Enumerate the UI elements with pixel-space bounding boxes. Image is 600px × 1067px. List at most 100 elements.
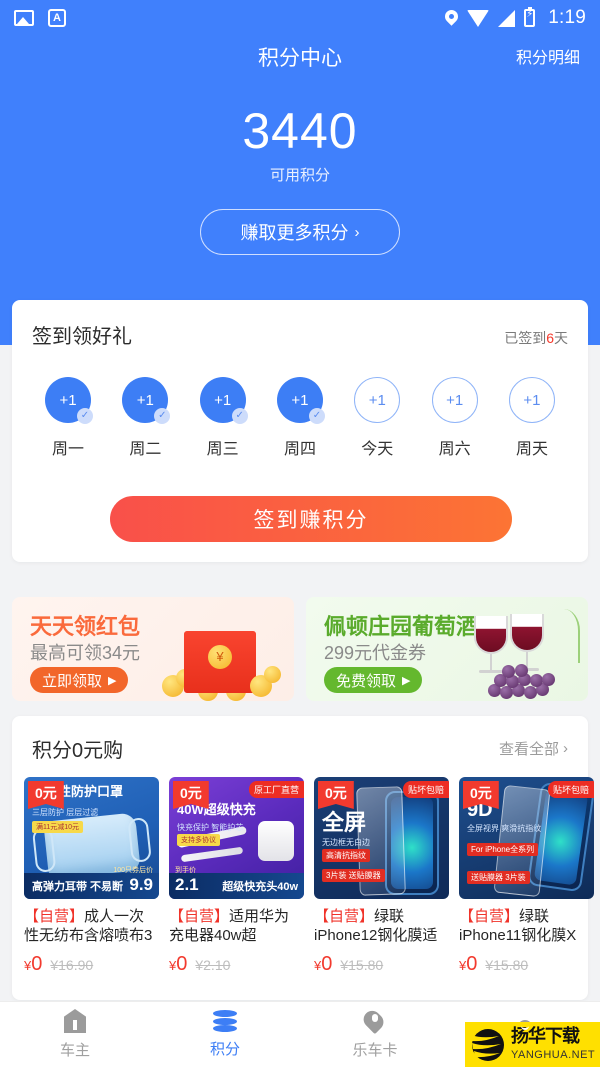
signin-earn-points-button[interactable]: 签到赚积分 [110,496,512,542]
signin-day-6-label: 周六 [438,441,471,458]
product-list: 0元 一次性防护口罩 三层防护 层层过滤 满11元减10元 高弹力耳带 不易断 … [12,763,594,976]
signin-day-3[interactable]: +1 周三 [195,377,251,459]
product-image-feature-chip: For iPhone全系列 [467,843,539,856]
tab-card-label: 乐车卡 [352,1042,398,1059]
product-image-price-caption: 到手价 [175,867,196,874]
product-image-subtitle: 快充保护 智能护芯 [177,823,244,832]
signin-day-4[interactable]: +1 周四 [272,377,328,459]
promo-wine-button[interactable]: 免费领取 ▶ [324,667,423,693]
grapes-icon [484,664,564,699]
zero-price-badge: 0元 [28,781,64,809]
product-image-feature-chip: 高清抗指纹 [322,849,370,862]
play-arrow-icon: ▶ [402,674,411,687]
page-title: 积分中心 [258,47,342,70]
product-price-original: ¥15.80 [340,957,384,973]
product-image-screen-protector-12: 0元 贴坏包赔 全屏 无边框无白边 高清抗指纹 3片装 送贴膜器 [314,777,449,899]
chevron-right-icon: › [354,223,360,241]
promo-banner-wine[interactable]: 佩顿庄园葡萄酒 299元代金券 免费领取 ▶ [306,597,588,701]
signin-title: 签到领好礼 [32,326,132,348]
product-item[interactable]: 0元 原工厂直营 40W超级快充 快充保护 智能护芯 支持多协议 超级快充头40… [169,777,304,976]
product-price-original: ¥15.80 [485,957,529,973]
signed-days-count: 6 [546,330,554,346]
product-image-price-value: 2.1 [175,875,199,894]
product-corner-badge: 贴坏包赔 [547,781,594,798]
earn-more-points-button[interactable]: 赚取更多积分 › [200,209,400,255]
promo-banner-redpacket[interactable]: 天天领红包 最高可领34元 立即领取 ▶ ¥ [12,597,294,701]
tab-card[interactable]: 乐车卡 [300,1002,450,1067]
product-image-screen-protector-11: 0元 贴坏包赔 9D 全屏视界 爽滑抗指纹 For iPhone全系列 送贴膜器… [459,777,594,899]
product-item[interactable]: 0元 贴坏包赔 9D 全屏视界 爽滑抗指纹 For iPhone全系列 送贴膜器… [459,777,594,976]
product-item[interactable]: 0元 一次性防护口罩 三层防护 层层过滤 满11元减10元 高弹力耳带 不易断 … [24,777,159,976]
product-price-original: ¥16.90 [50,957,94,973]
chevron-right-icon: › [563,740,568,757]
signin-card-header: 签到领好礼 已签到6天 [12,300,588,349]
status-bar-clock: 1:19 [548,7,586,28]
product-image-price-value: 9.9 [129,875,153,894]
product-price-now: ¥0 [314,953,332,976]
signin-day-2-circle: +1 [122,377,171,424]
tab-points[interactable]: 积分 [150,1002,300,1067]
signin-day-2[interactable]: +1 周二 [117,377,173,459]
signin-day-1[interactable]: +1 周一 [40,377,96,459]
promo-redpacket-button-label: 立即领取 [42,672,103,690]
signin-card: 签到领好礼 已签到6天 +1 周一 +1 周二 +1 周三 +1 周四 [12,300,588,562]
product-item[interactable]: 0元 贴坏包赔 全屏 无边框无白边 高清抗指纹 3片装 送贴膜器 【自营】绿联i… [314,777,449,976]
product-corner-badge: 贴坏包赔 [402,781,449,798]
product-price-now: ¥0 [169,953,187,976]
promo-redpacket-button[interactable]: 立即领取 ▶ [30,667,129,693]
signin-day-1-label: 周一 [51,441,84,458]
signin-day-1-circle: +1 [45,377,93,424]
signed-days-status: 已签到6天 [504,328,568,348]
product-image-price-caption: 100只券后价 [113,867,153,874]
product-title: 【自营】适用华为充电器40w超 [169,907,304,947]
promo-wine-subtitle: 299元代金券 [324,643,427,663]
charger-cable-illustration [180,846,244,863]
hero-header: A 1:19 积分中心 积分明细 3440 可用积分 赚取更多积分 › [0,0,600,345]
home-icon [64,1009,86,1033]
tab-owner[interactable]: 车主 [0,1002,150,1067]
battery-charging-icon [524,7,536,27]
product-title: 【自营】成人一次性无纺布含熔喷布3层 [24,907,159,947]
product-self-tag: 【自营】 [459,908,520,925]
card-pin-icon [366,1009,384,1033]
wifi-icon [467,9,490,27]
promo-redpacket-subtitle: 最高可领34元 [30,643,141,663]
signin-day-6-circle: +1 [431,377,478,423]
product-title: 【自营】绿联iPhone12钢化膜适 [314,907,449,947]
signin-day-5-label: 今天 [361,441,394,458]
zero-price-badge: 0元 [318,781,354,809]
signin-day-7[interactable]: +1 周天 [504,377,560,459]
product-image-pack-chip: 送贴膜器 3片装 [467,871,530,884]
signin-day-4-label: 周四 [283,441,316,458]
product-image-coupon: 满11元减10元 [32,821,84,833]
product-price-value: 0 [31,953,43,975]
site-watermark: 扬华下载 YANGHUA.NET [465,1022,600,1067]
signin-day-6[interactable]: +1 周六 [427,377,483,459]
product-image-subtitle: 全屏视界 爽滑抗指纹 [467,824,542,833]
promo-wine-button-label: 免费领取 [336,672,397,690]
product-self-tag: 【自营】 [169,908,230,925]
product-self-tag: 【自营】 [24,908,85,925]
product-corner-badge: 原工厂直营 [248,781,304,798]
wine-glasses-icon [454,597,584,701]
product-price-row: ¥0 ¥15.80 [314,953,449,976]
status-bar-right: 1:19 [445,7,586,29]
status-bar: A 1:19 [0,0,600,36]
signin-day-3-label: 周三 [206,441,239,458]
free-products-title: 积分0元购 [32,740,124,762]
play-arrow-icon: ▶ [108,674,117,687]
title-bar: 积分中心 积分明细 [0,36,600,82]
watermark-en: YANGHUA.NET [511,1049,596,1061]
product-self-tag: 【自营】 [314,908,375,925]
signed-days-prefix: 已签到 [504,330,547,346]
product-image-subtitle: 无边框无白边 [322,838,370,847]
points-detail-link[interactable]: 积分明细 [516,36,580,82]
product-price-value: 0 [321,953,333,975]
product-image-title: 全屏 [322,810,367,835]
see-all-products-link[interactable]: 查看全部 › [499,738,568,759]
red-envelope-icon: ¥ [154,601,286,701]
app-screen: A 1:19 积分中心 积分明细 3440 可用积分 赚取更多积分 › 签到领好… [0,0,600,1067]
product-title: 【自营】绿联iPhone11钢化膜X [459,907,594,947]
product-image-coupon: 支持多协议 [177,834,220,846]
signin-day-5[interactable]: +1 今天 [349,377,405,459]
